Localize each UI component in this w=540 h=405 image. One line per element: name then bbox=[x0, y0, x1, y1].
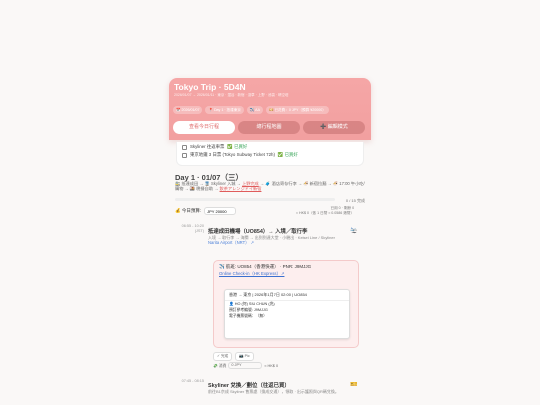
trip-title: Tokyo Trip · 5D4N bbox=[174, 82, 246, 92]
eticket-line: 電子機票號碼：（無） bbox=[229, 314, 267, 318]
progress-label: 0 / 15 完成 bbox=[345, 198, 365, 203]
budget-hkd: ≈ HK$ 0（依 1 日幣 ≈ 0.0586 港幣） bbox=[296, 210, 355, 215]
fee-label: 💸 消費 bbox=[213, 363, 227, 368]
item-time: 06:55 - 10:20 (JST) bbox=[181, 224, 204, 233]
trip-header-card: Tokyo Trip · 5D4N 2026/01/07 → 2026/01/1… bbox=[169, 78, 371, 140]
fee-row: 💸 消費 0 JPY ≈ HK$ 0 bbox=[213, 362, 278, 369]
item-subtitle: 前往B1京成 Skyliner 售票處（換成交通），領取 · 出示護照與QR碼兌… bbox=[208, 389, 339, 394]
day-desc-highlight[interactable]: 飲茶アレンジドイ新宿 bbox=[220, 186, 262, 191]
item-time: 07:45 - 08:15 bbox=[181, 379, 204, 383]
budget-summary: 已用 0 · 剩餘 0 ≈ HK$ 0（依 1 日幣 ≈ 0.0586 港幣） bbox=[296, 206, 354, 215]
itinerary-item[interactable]: Skyliner 兌換／劃位（往返已買） 前往B1京成 Skyliner 售票處… bbox=[208, 381, 366, 394]
day-pill: 📍 Day 1 · 抵達東京 bbox=[205, 106, 244, 114]
budget-label: 💰 今日預算: bbox=[175, 208, 202, 213]
airplane-icon: 🛬 bbox=[350, 228, 358, 234]
checklist-text: Skyliner 往返車票 bbox=[190, 144, 225, 149]
overall-map-button[interactable]: 總行程地圖 bbox=[238, 121, 300, 134]
ticket-route: 香港 → 東京 | 2026年1月7日 02:00 | UO854 bbox=[225, 290, 349, 301]
item-title: 抵達成田機場（UO854）→ 入境／取行李 bbox=[208, 229, 308, 235]
edit-mode-button[interactable]: ➕ 編輯模式 bbox=[303, 121, 365, 134]
trip-pills: 📅 2026/01/07 📍 Day 1 · 抵達東京 ✈️ AA 💴 已花費：… bbox=[173, 106, 329, 114]
photo-button[interactable]: 📷 Pic bbox=[235, 352, 254, 361]
budget-input[interactable] bbox=[204, 207, 237, 215]
checkbox[interactable] bbox=[182, 144, 187, 150]
flight-card: ✈️ 航班: UO854（香港快運） · PNR: J9MJJG Online … bbox=[213, 260, 359, 348]
airport-link[interactable]: Narita Airport（NRT） ↗ bbox=[208, 240, 366, 246]
checklist: Skyliner 往返車票 ✅ 已買好 東京地鐵 3 日票 (Tokyo Sub… bbox=[176, 142, 364, 166]
checklist-status: ✅ 已買好 bbox=[227, 144, 248, 149]
today-itinerary-button[interactable]: 查看今日行程 bbox=[173, 121, 235, 134]
ticket-icon: 🎫 bbox=[350, 382, 358, 388]
item-actions: ✓ 完成 📷 Pic bbox=[213, 352, 254, 361]
fee-hkd: ≈ HK$ 0 bbox=[264, 363, 279, 368]
progress-bar bbox=[175, 198, 335, 201]
passenger-text: HO (何) SIU CHUN (兆) bbox=[234, 302, 275, 306]
mark-done-button[interactable]: ✓ 完成 bbox=[213, 352, 233, 361]
budget-row: 💰 今日預算: bbox=[175, 207, 237, 215]
flight-header: ✈️ 航班: UO854（香港快運） · PNR: J9MJJG bbox=[219, 264, 312, 269]
date-pill: 📅 2026/01/07 bbox=[173, 106, 203, 114]
spend-pill: 💴 已花費：0 JPY（預算 ¥20000） bbox=[265, 106, 329, 114]
item-title: Skyliner 兌換／劃位（往返已買） bbox=[208, 383, 290, 389]
checklist-item[interactable]: 東京地鐵 3 日票 (Tokyo Subway Ticket 72h) ✅ 已買… bbox=[177, 150, 363, 158]
checkbox[interactable] bbox=[182, 152, 187, 158]
fee-input[interactable]: 0 JPY bbox=[228, 362, 263, 369]
airline-pill: ✈️ AA bbox=[246, 106, 263, 114]
boarding-ticket: 香港 → 東京 | 2026年1月7日 02:00 | UO854 👤 HO (… bbox=[224, 289, 350, 339]
checklist-status: ✅ 已買好 bbox=[277, 152, 298, 157]
checklist-text: 東京地鐵 3 日票 (Tokyo Subway Ticket 72h) bbox=[190, 152, 275, 157]
trip-subtitle: 2026/01/07 → 2026/01/11 · 東京 · 澀谷 · 新宿 ·… bbox=[174, 93, 289, 97]
itinerary-item[interactable]: 抵達成田機場（UO854）→ 入境／取行李 入境 → 取行李 → 海關 → 出到… bbox=[208, 227, 366, 246]
online-checkin-link[interactable]: Online Check-in（HK Express）↗ bbox=[214, 270, 358, 278]
header-actions: 查看今日行程 總行程地圖 ➕ 編輯模式 bbox=[173, 121, 365, 134]
day-description: 🚉 抵達成田 → 🚆 Skyliner 入城 → 上野完成 → 🧳 酒店寄存行李… bbox=[175, 181, 365, 192]
checklist-item[interactable]: Skyliner 往返車票 ✅ 已買好 bbox=[177, 142, 363, 150]
